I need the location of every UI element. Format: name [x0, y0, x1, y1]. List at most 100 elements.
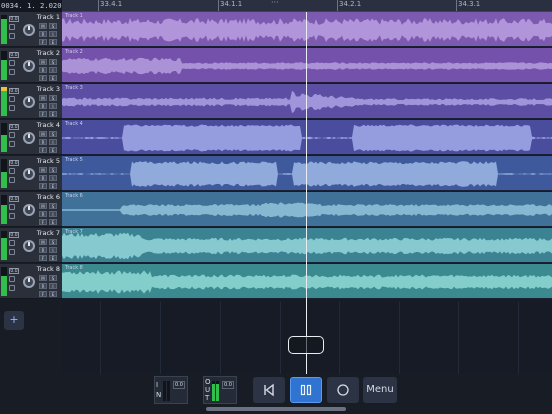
pan-knob[interactable] [23, 132, 35, 144]
output-gain-value[interactable]: 0.0 [222, 381, 234, 389]
track-header[interactable]: Track 8 0.0 M S R I F E [0, 264, 62, 299]
monitor-button[interactable]: I [49, 247, 57, 253]
record-arm-button[interactable]: R [39, 283, 47, 289]
track-volume-value[interactable]: 0.0 [9, 232, 19, 238]
output-meter[interactable]: O U T 0.0 [203, 376, 237, 404]
monitor-button[interactable]: I [49, 103, 57, 109]
audio-region[interactable]: Track 3 [62, 84, 552, 119]
arrangement-area[interactable]: Track 1 Track 2 Track 3 Track 4 Track 5 Track… [62, 12, 552, 374]
record-arm-button[interactable]: R [39, 247, 47, 253]
pan-knob[interactable] [23, 60, 35, 72]
fx-button[interactable]: F [39, 183, 47, 189]
track-name[interactable]: Track 4 [37, 121, 60, 129]
pan-knob[interactable] [23, 96, 35, 108]
track-name[interactable]: Track 7 [37, 229, 60, 237]
mute-button[interactable]: M [39, 95, 47, 101]
track-header[interactable]: Track 6 0.0 M S R I F E [0, 192, 62, 227]
solo-button[interactable]: S [49, 131, 57, 137]
solo-button[interactable]: S [49, 95, 57, 101]
record-button[interactable] [327, 377, 359, 403]
track-volume-value[interactable]: 0.0 [9, 52, 19, 58]
record-arm-button[interactable]: R [39, 103, 47, 109]
mute-button[interactable]: M [39, 131, 47, 137]
solo-button[interactable]: S [49, 167, 57, 173]
track-name[interactable]: Track 3 [37, 85, 60, 93]
pan-knob[interactable] [23, 240, 35, 252]
track-name[interactable]: Track 6 [37, 193, 60, 201]
track-header[interactable]: Track 7 0.0 M S R I F E [0, 228, 62, 263]
add-track-button[interactable]: + [4, 311, 24, 330]
record-arm-button[interactable]: R [39, 67, 47, 73]
track-volume-value[interactable]: 0.0 [9, 268, 19, 274]
track-name[interactable]: Track 5 [37, 157, 60, 165]
edit-button[interactable]: E [49, 183, 57, 189]
monitor-button[interactable]: I [49, 175, 57, 181]
fx-button[interactable]: F [39, 39, 47, 45]
rewind-button[interactable] [253, 377, 285, 403]
fx-button[interactable]: F [39, 111, 47, 117]
track-header[interactable]: Track 1 0.0 M S R I F E [0, 12, 62, 47]
pan-knob[interactable] [23, 24, 35, 36]
audio-region[interactable]: Track 1 [62, 12, 552, 47]
solo-button[interactable]: S [49, 275, 57, 281]
track-header[interactable]: Track 4 0.0 M S R I F E [0, 120, 62, 155]
edit-button[interactable]: E [49, 291, 57, 297]
monitor-button[interactable]: I [49, 211, 57, 217]
audio-region[interactable]: Track 8 [62, 264, 552, 299]
menu-button[interactable]: Menu [363, 377, 397, 403]
mute-button[interactable]: M [39, 59, 47, 65]
play-pause-button[interactable] [290, 377, 322, 403]
ruler-handle[interactable]: ··· [271, 0, 279, 7]
edit-button[interactable]: E [49, 111, 57, 117]
pan-knob[interactable] [23, 276, 35, 288]
fx-button[interactable]: F [39, 219, 47, 225]
playhead-line[interactable] [306, 12, 307, 374]
input-meter[interactable]: I N 0.0 [154, 376, 188, 404]
edit-button[interactable]: E [49, 75, 57, 81]
edit-button[interactable]: E [49, 219, 57, 225]
playhead-handle[interactable] [288, 336, 324, 354]
fx-button[interactable]: F [39, 255, 47, 261]
track-name[interactable]: Track 2 [37, 49, 60, 57]
track-header[interactable]: Track 5 0.0 M S R I F E [0, 156, 62, 191]
fx-button[interactable]: F [39, 291, 47, 297]
track-volume-value[interactable]: 0.0 [9, 160, 19, 166]
audio-region[interactable]: Track 4 [62, 120, 552, 155]
record-arm-button[interactable]: R [39, 31, 47, 37]
monitor-button[interactable]: I [49, 67, 57, 73]
fx-button[interactable]: F [39, 75, 47, 81]
mute-button[interactable]: M [39, 203, 47, 209]
pan-knob[interactable] [23, 168, 35, 180]
audio-region[interactable]: Track 5 [62, 156, 552, 191]
monitor-button[interactable]: I [49, 139, 57, 145]
edit-button[interactable]: E [49, 147, 57, 153]
timecode-display[interactable]: 0034. 1. 2.020 [0, 0, 62, 12]
mute-button[interactable]: M [39, 167, 47, 173]
track-name[interactable]: Track 8 [37, 265, 60, 273]
pan-knob[interactable] [23, 204, 35, 216]
monitor-button[interactable]: I [49, 31, 57, 37]
track-volume-value[interactable]: 0.0 [9, 196, 19, 202]
mute-button[interactable]: M [39, 275, 47, 281]
monitor-button[interactable]: I [49, 283, 57, 289]
solo-button[interactable]: S [49, 203, 57, 209]
audio-region[interactable]: Track 6 [62, 192, 552, 227]
timeline-ruler[interactable]: 33.4.1 34.1.1 ··· 34.2.1 34.3.1 [62, 0, 552, 12]
edit-button[interactable]: E [49, 255, 57, 261]
solo-button[interactable]: S [49, 239, 57, 245]
solo-button[interactable]: S [49, 23, 57, 29]
track-volume-value[interactable]: 0.0 [9, 124, 19, 130]
track-volume-value[interactable]: 0.0 [9, 88, 19, 94]
edit-button[interactable]: E [49, 39, 57, 45]
input-gain-value[interactable]: 0.0 [173, 381, 185, 389]
mute-button[interactable]: M [39, 23, 47, 29]
track-name[interactable]: Track 1 [37, 13, 60, 21]
track-volume-value[interactable]: 0.0 [9, 16, 19, 22]
track-header[interactable]: Track 3 0.0 M S R I F E [0, 84, 62, 119]
record-arm-button[interactable]: R [39, 175, 47, 181]
track-header[interactable]: Track 2 0.0 M S R I F E [0, 48, 62, 83]
record-arm-button[interactable]: R [39, 139, 47, 145]
fx-button[interactable]: F [39, 147, 47, 153]
solo-button[interactable]: S [49, 59, 57, 65]
mute-button[interactable]: M [39, 239, 47, 245]
